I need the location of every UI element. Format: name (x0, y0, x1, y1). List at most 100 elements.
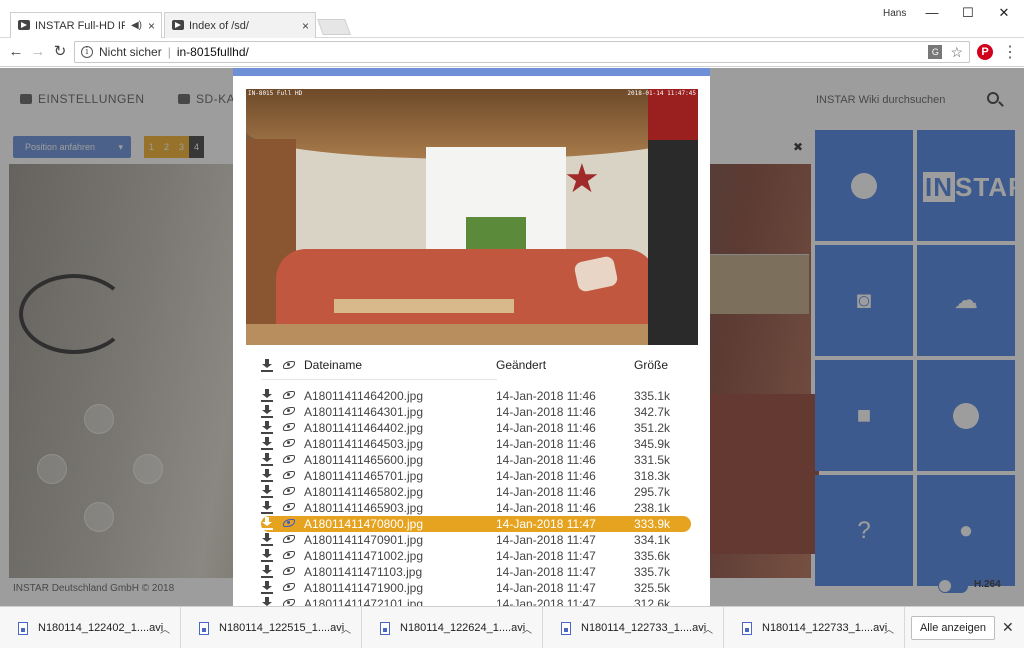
eye-icon[interactable] (283, 519, 295, 527)
file-name[interactable]: A18011411464503.jpg (304, 437, 423, 451)
column-size[interactable]: Größe (634, 358, 668, 372)
download-icon[interactable] (261, 389, 273, 402)
download-icon[interactable] (261, 517, 273, 530)
download-name[interactable]: N180114_122515_1....avi (219, 622, 344, 634)
file-name[interactable]: A18011411471002.jpg (304, 549, 423, 563)
menu-icon[interactable]: ⋮ (1002, 42, 1018, 62)
eye-icon[interactable] (283, 583, 295, 591)
download-icon[interactable] (261, 565, 273, 578)
file-row[interactable]: A18011411464503.jpg 14-Jan-2018 11:46 345.… (261, 436, 691, 452)
reload-icon[interactable]: ↻ (50, 42, 70, 62)
download-name[interactable]: N180114_122624_1....avi (400, 622, 525, 634)
file-name[interactable]: A18011411465802.jpg (304, 485, 423, 499)
tab-index-sd[interactable]: Index of /sd/ × (164, 12, 316, 38)
download-item[interactable]: N180114_122402_1....avi ︿ (0, 607, 181, 648)
download-icon[interactable] (261, 485, 273, 498)
back-icon[interactable]: ← (6, 42, 26, 62)
file-name[interactable]: A18011411464402.jpg (304, 421, 423, 435)
eye-icon[interactable] (283, 551, 295, 559)
eye-icon[interactable] (283, 423, 295, 431)
tab-close-icon[interactable]: × (302, 19, 309, 33)
maximize-button[interactable]: ☐ (953, 2, 983, 24)
file-row[interactable]: A18011411471103.jpg 14-Jan-2018 11:47 335.… (261, 564, 691, 580)
download-name[interactable]: N180114_122733_1....avi (762, 622, 887, 634)
file-name[interactable]: A18011411465903.jpg (304, 501, 423, 515)
eye-icon[interactable] (283, 503, 295, 511)
download-item[interactable]: N180114_122515_1....avi ︿ (181, 607, 362, 648)
tab-close-icon[interactable]: × (148, 19, 155, 33)
tab-label: Index of /sd/ (189, 19, 249, 32)
download-icon[interactable] (261, 501, 273, 514)
file-row[interactable]: A18011411465802.jpg 14-Jan-2018 11:46 295.… (261, 484, 691, 500)
translate-icon[interactable]: G (928, 45, 943, 59)
file-name[interactable]: A18011411470800.jpg (304, 517, 423, 531)
chevron-up-icon[interactable]: ︿ (522, 621, 532, 636)
file-row[interactable]: A18011411470800.jpg 14-Jan-2018 11:47 333.… (261, 516, 691, 532)
chevron-up-icon[interactable]: ︿ (703, 621, 713, 636)
file-row[interactable]: A18011411471002.jpg 14-Jan-2018 11:47 335.… (261, 548, 691, 564)
file-name[interactable]: A18011411471900.jpg (304, 581, 423, 595)
column-name[interactable]: Dateiname (304, 358, 362, 372)
eye-icon[interactable] (283, 535, 295, 543)
eye-icon[interactable] (283, 567, 295, 575)
file-size: 318.3k (634, 469, 671, 483)
file-name[interactable]: A18011411465600.jpg (304, 453, 423, 467)
speaker-icon[interactable]: ◀) (131, 20, 142, 31)
download-name[interactable]: N180114_122733_1....avi (581, 622, 706, 634)
pinterest-icon[interactable]: P (977, 44, 993, 60)
eye-icon[interactable] (283, 391, 295, 399)
forward-icon[interactable]: → (28, 42, 48, 62)
info-icon[interactable]: i (81, 46, 93, 58)
file-name[interactable]: A18011411471103.jpg (304, 565, 422, 579)
file-name[interactable]: A18011411464200.jpg (304, 389, 423, 403)
chevron-up-icon[interactable]: ︿ (341, 621, 351, 636)
download-icon[interactable] (261, 405, 273, 418)
file-row[interactable]: A18011411464301.jpg 14-Jan-2018 11:46 342.… (261, 404, 691, 420)
file-name[interactable]: A18011411470901.jpg (304, 533, 423, 547)
file-row[interactable]: A18011411464402.jpg 14-Jan-2018 11:46 351.… (261, 420, 691, 436)
download-icon[interactable] (261, 437, 273, 450)
new-tab-button[interactable] (317, 19, 351, 35)
file-row[interactable]: A18011411465701.jpg 14-Jan-2018 11:46 318.… (261, 468, 691, 484)
file-row[interactable]: A18011411465600.jpg 14-Jan-2018 11:46 331.… (261, 452, 691, 468)
download-icon[interactable] (261, 469, 273, 482)
eye-icon[interactable] (283, 439, 295, 447)
file-row[interactable]: A18011411465903.jpg 14-Jan-2018 11:46 238.… (261, 500, 691, 516)
url-text[interactable]: in-8015fullhd/ (177, 45, 249, 59)
eye-icon[interactable] (283, 407, 295, 415)
download-icon[interactable] (261, 533, 273, 546)
eye-icon[interactable] (283, 487, 295, 495)
tab-instar[interactable]: INSTAR Full-HD IP-Ca ◀) × (10, 12, 162, 38)
download-item[interactable]: N180114_122733_1....avi ︿ (724, 607, 905, 648)
close-window-button[interactable]: ✕ (989, 2, 1019, 24)
bookmark-star-icon[interactable]: ☆ (950, 45, 963, 59)
minimize-button[interactable]: — (917, 2, 947, 24)
eye-icon[interactable] (283, 599, 295, 606)
download-icon[interactable] (261, 597, 273, 606)
file-row[interactable]: A18011411464200.jpg 14-Jan-2018 11:46 335.… (261, 388, 691, 404)
close-shelf-icon[interactable]: ✕ (1002, 619, 1014, 636)
file-size: 351.2k (634, 421, 671, 435)
snapshot-preview: ★ IN-8015 Full HD 2018-01-14 11:47:45 (246, 89, 698, 345)
download-icon[interactable] (261, 581, 273, 594)
file-row[interactable]: A18011411470901.jpg 14-Jan-2018 11:47 334.… (261, 532, 691, 548)
eye-icon[interactable] (283, 471, 295, 479)
chevron-up-icon[interactable]: ︿ (884, 621, 894, 636)
download-item[interactable]: N180114_122733_1....avi ︿ (543, 607, 724, 648)
file-row[interactable]: A18011411471900.jpg 14-Jan-2018 11:47 325.… (261, 580, 691, 596)
download-item[interactable]: N180114_122624_1....avi ︿ (362, 607, 543, 648)
download-icon[interactable] (261, 453, 273, 466)
download-icon[interactable] (261, 421, 273, 434)
show-all-downloads-button[interactable]: Alle anzeigen (911, 616, 995, 640)
eye-icon[interactable] (283, 455, 295, 463)
profile-name[interactable]: Hans (883, 8, 906, 19)
file-row[interactable]: A18011411472101.jpg 14-Jan-2018 11:47 312.… (261, 596, 691, 606)
file-name[interactable]: A18011411472101.jpg (304, 597, 423, 606)
column-modified[interactable]: Geändert (496, 358, 546, 372)
chevron-up-icon[interactable]: ︿ (160, 621, 170, 636)
address-bar[interactable]: i Nicht sicher | in-8015fullhd/ G ☆ (74, 41, 970, 63)
file-name[interactable]: A18011411465701.jpg (304, 469, 423, 483)
file-name[interactable]: A18011411464301.jpg (304, 405, 423, 419)
download-icon[interactable] (261, 549, 273, 562)
download-name[interactable]: N180114_122402_1....avi (38, 622, 163, 634)
